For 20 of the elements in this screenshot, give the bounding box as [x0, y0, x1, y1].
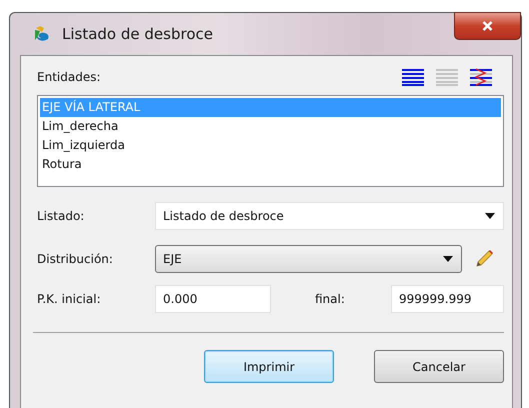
pencil-icon[interactable] — [474, 249, 494, 269]
listado-dropdown[interactable]: Listado de desbroce — [155, 202, 504, 230]
dialog-button[interactable]: Cancelar — [374, 350, 504, 383]
close-button[interactable] — [454, 12, 521, 40]
select-all-icon[interactable] — [402, 68, 424, 86]
listado-label: Listado: — [37, 209, 86, 223]
list-item[interactable]: Lim_derecha — [40, 117, 501, 136]
distribucion-dropdown[interactable]: EJE — [155, 245, 462, 273]
pk-final-field[interactable]: 999999.999 — [391, 285, 504, 313]
list-item[interactable]: Rotura — [40, 155, 501, 174]
close-icon — [481, 20, 494, 32]
window-title: Listado de desbroce — [62, 25, 213, 43]
pk-initial-label: P.K. inicial: — [37, 292, 102, 306]
pk-initial-field[interactable]: 0.000 — [155, 285, 271, 313]
distribucion-label: Distribución: — [37, 252, 114, 266]
pk-final-label: final: — [315, 292, 346, 306]
list-item[interactable]: Lim_izquierda — [40, 136, 501, 155]
entities-label: Entidades: — [37, 70, 100, 84]
dialog-button[interactable]: Imprimir — [204, 350, 334, 383]
invert-selection-icon[interactable] — [470, 68, 492, 86]
